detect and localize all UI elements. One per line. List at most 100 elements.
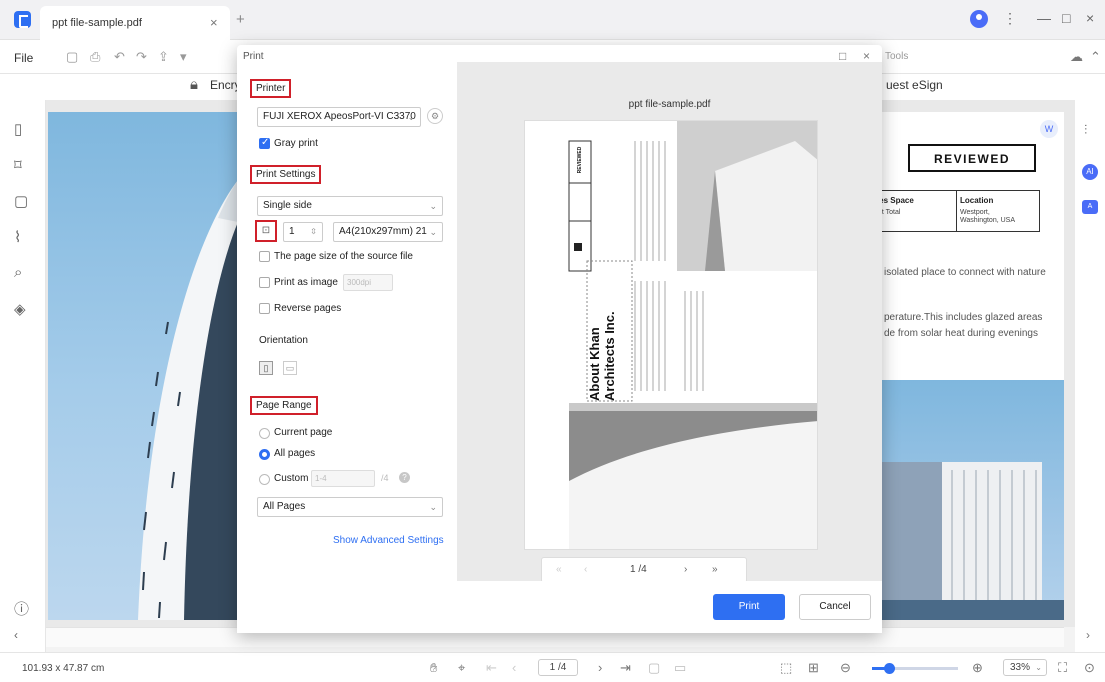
preview-heading-line-2: Architects Inc. [602, 311, 617, 401]
cancel-button[interactable]: Cancel [799, 594, 871, 620]
avatar[interactable] [970, 10, 988, 28]
preview-prev-page-icon[interactable]: ‹ [584, 564, 587, 575]
help-icon[interactable]: ⓘ [14, 598, 29, 619]
zoom-in-icon[interactable]: ⊕ [972, 660, 983, 676]
dialog-maximize-button[interactable]: □ [839, 49, 846, 63]
preview-pager: « ‹ 1 /4 › » [541, 557, 747, 583]
select-icon[interactable]: ⌖ [458, 660, 465, 676]
more-options-icon[interactable]: ⋮ [1003, 10, 1017, 27]
building-photo-left [48, 112, 238, 620]
print-dialog: Print □ × Tools Printer FUJI XEROX Apeos… [237, 45, 908, 633]
right-sidebar: ⫶ AI A › [1075, 100, 1105, 652]
zoom-slider-knob[interactable] [884, 663, 896, 674]
dropdown-icon[interactable]: ▾ [180, 49, 187, 65]
bookmark-icon[interactable]: ⌑ [14, 156, 22, 174]
save-icon[interactable]: ▢ [66, 49, 78, 65]
print-as-image-checkbox[interactable] [259, 277, 270, 288]
landscape-icon[interactable]: ▭ [283, 361, 297, 375]
double-page-view-icon[interactable]: ▭ [674, 660, 686, 676]
all-pages-radio[interactable] [259, 449, 270, 460]
sides-select[interactable]: Single side ⌄ [257, 196, 443, 216]
first-page-icon[interactable]: ⇤ [486, 660, 497, 676]
portrait-icon[interactable]: ▯ [259, 361, 273, 375]
dpi-select[interactable]: 300dpi [343, 274, 393, 291]
gray-print-label: Gray print [274, 138, 318, 149]
info-right-title: Location [960, 196, 994, 205]
printer-properties-icon[interactable]: ⚙ [427, 108, 443, 124]
single-page-view-icon[interactable]: ▢ [648, 660, 660, 676]
fit-view-icon[interactable]: ⬚ [780, 660, 792, 676]
cloud-icon[interactable]: ☁ [1070, 49, 1083, 65]
custom-range-radio[interactable] [259, 474, 270, 485]
preview-heading-line-1: About Khan [587, 327, 602, 401]
reviewed-stamp: REVIEWED [908, 144, 1036, 172]
share-icon[interactable]: ⇪ [158, 49, 169, 65]
preview-stamp: REVIEWED [569, 141, 591, 183]
preview-first-page-icon[interactable]: « [556, 564, 562, 575]
next-page-icon[interactable]: › [598, 660, 602, 675]
dialog-close-button[interactable]: × [863, 49, 870, 63]
page-subset-select[interactable]: All Pages ⌄ [257, 497, 443, 517]
redo-icon[interactable]: ↷ [136, 49, 147, 65]
close-window-button[interactable]: × [1086, 10, 1094, 26]
title-bar: ppt file-sample.pdf × + ⋮ — □ × [0, 0, 1105, 40]
undo-icon[interactable]: ↶ [114, 49, 125, 65]
last-page-icon[interactable]: ⇥ [620, 660, 631, 676]
hand-icon[interactable]: ✋︎ [430, 660, 437, 676]
ai-badge-icon[interactable]: W [1040, 120, 1058, 138]
file-menu[interactable]: File [14, 51, 33, 65]
search-icon[interactable]: ⌕ [14, 264, 22, 281]
document-tab[interactable]: ppt file-sample.pdf × [40, 6, 230, 40]
preview-next-page-icon[interactable]: › [684, 564, 687, 575]
show-advanced-settings-link[interactable]: Show Advanced Settings [333, 535, 444, 546]
collapse-icon[interactable]: ⌃ [1090, 49, 1101, 65]
custom-range-input[interactable]: 1-4 [311, 470, 375, 487]
custom-range-total: /4 [381, 473, 389, 483]
zoom-select[interactable]: 33% ⌄ [1003, 659, 1047, 676]
new-tab-button[interactable]: + [236, 11, 245, 28]
close-tab-icon[interactable]: × [210, 15, 218, 30]
info-icon[interactable]: ? [399, 472, 410, 483]
reverse-pages-checkbox[interactable] [259, 303, 270, 314]
document-text-2: perature.This includes glazed areas [884, 312, 1043, 323]
current-page-radio[interactable] [259, 428, 270, 439]
preview-page: About Khan Architects Inc. REVIEWED [524, 120, 818, 550]
page-icon[interactable]: ▯ [14, 120, 22, 138]
paper-size-value: A4(210x297mm) 21 [339, 226, 427, 237]
print-icon[interactable]: ⎙ [90, 49, 100, 65]
minimize-button[interactable]: — [1037, 10, 1051, 26]
custom-range-placeholder: 1-4 [315, 474, 327, 483]
request-esign-label[interactable]: uest eSign [886, 78, 943, 92]
print-button[interactable]: Print [713, 594, 785, 620]
scroll-left-icon[interactable]: ‹ [14, 628, 18, 642]
dialog-footer: Print Cancel [237, 581, 882, 633]
properties-icon[interactable]: ⫶ [1084, 122, 1087, 138]
source-page-size-checkbox[interactable] [259, 251, 270, 262]
paper-size-select[interactable]: A4(210x297mm) 21 ⌄ [333, 222, 443, 242]
fullscreen-icon[interactable]: ⛶ [1058, 660, 1067, 676]
zoom-out-icon[interactable]: ⊖ [840, 660, 851, 676]
preview-last-page-icon[interactable]: » [712, 564, 718, 575]
ai-assistant-icon[interactable]: AI [1082, 164, 1098, 180]
comment-icon[interactable]: ▢ [14, 192, 28, 210]
preview-page-indicator: 1 /4 [630, 564, 647, 575]
scroll-right-icon[interactable]: › [1086, 628, 1090, 642]
page-layout-icon[interactable]: ⊞ [808, 660, 819, 676]
stepper-arrows-icon[interactable]: ⇳ [310, 223, 317, 241]
copies-stepper[interactable]: 1 ⇳ [283, 222, 323, 242]
printer-select[interactable]: FUJI XEROX ApeosPort-VI C3370 ⌄ [257, 107, 421, 127]
page-number-box[interactable]: 1 /4 [538, 659, 578, 676]
translate-icon[interactable]: A [1082, 200, 1098, 214]
printer-name: FUJI XEROX ApeosPort-VI C3370 [263, 111, 416, 122]
layers-icon[interactable]: ◈ [14, 300, 26, 318]
attachment-icon[interactable]: ⌇ [14, 228, 21, 246]
gray-print-checkbox[interactable] [259, 137, 270, 149]
chevron-down-icon: ⌄ [429, 502, 437, 512]
maximize-button[interactable]: □ [1062, 10, 1070, 26]
info-right-value-2: Washington, USA [960, 217, 1015, 224]
settings-icon[interactable]: ⊙ [1084, 660, 1095, 676]
page-range-section-label: Page Range [250, 396, 318, 415]
chevron-down-icon: ⌄ [407, 112, 415, 122]
prev-page-icon[interactable]: ‹ [512, 660, 516, 675]
printer-section-label: Printer [250, 79, 292, 98]
